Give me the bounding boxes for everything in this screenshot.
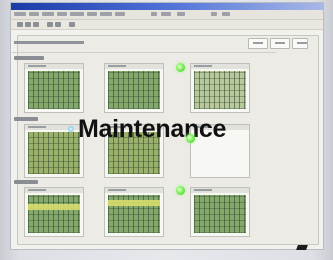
panel-header [25, 64, 83, 69]
menu-item[interactable] [115, 12, 125, 16]
graph-plot [28, 132, 80, 174]
graph-plot [108, 71, 160, 109]
green-status-led-icon [186, 134, 195, 143]
graph-panel[interactable] [190, 187, 250, 237]
menu-item[interactable] [14, 12, 26, 16]
graph-panel[interactable] [24, 63, 84, 113]
section-label-1 [14, 56, 44, 60]
menu-item[interactable] [177, 12, 185, 16]
window-titlebar [11, 3, 323, 10]
toolbar-button[interactable] [17, 22, 23, 27]
graph-plot [194, 195, 246, 233]
green-status-led-icon [176, 63, 185, 72]
header-button-2[interactable] [270, 38, 290, 49]
toolbar-button[interactable] [25, 22, 31, 27]
panel-header [25, 125, 83, 130]
graph-plot [194, 71, 246, 109]
header-divider [12, 52, 276, 53]
graph-highlight-band [108, 200, 160, 206]
page-title [14, 38, 84, 48]
toolbar [11, 20, 323, 30]
menu-item[interactable] [42, 12, 54, 16]
graph-panel[interactable] [190, 63, 250, 113]
panel-header [25, 188, 83, 193]
toolbar-button[interactable] [47, 22, 53, 27]
menu-item[interactable] [151, 12, 157, 16]
section-label-3 [14, 180, 38, 184]
graph-panel[interactable] [104, 63, 164, 113]
header-button-3[interactable] [292, 38, 308, 49]
toolbar-button[interactable] [33, 22, 39, 27]
circle-bullet-icon [68, 126, 74, 132]
menu-item[interactable] [29, 12, 39, 16]
green-status-led-icon [176, 186, 185, 195]
panel-header [105, 64, 163, 69]
menu-bar [11, 10, 323, 20]
menu-item[interactable] [222, 12, 230, 16]
toolbar-button[interactable] [55, 22, 61, 27]
graph-panel[interactable] [24, 124, 84, 178]
panel-header [191, 188, 249, 193]
graph-panel[interactable] [104, 187, 164, 237]
graph-highlight-band [28, 204, 80, 210]
graph-plot [28, 71, 80, 109]
menu-item[interactable] [57, 12, 67, 16]
header-button-1[interactable] [248, 38, 268, 49]
graph-panel[interactable] [24, 187, 84, 237]
overlay-caption: Maintenance [78, 115, 227, 143]
menu-item[interactable] [100, 12, 112, 16]
menu-item[interactable] [70, 12, 84, 16]
graph-plot [28, 195, 80, 233]
mouse-pointer-icon [296, 245, 308, 250]
menu-item[interactable] [87, 12, 97, 16]
section-label-2 [14, 117, 38, 121]
panel-header [105, 188, 163, 193]
panel-header [191, 64, 249, 69]
toolbar-button[interactable] [69, 22, 75, 27]
menu-item[interactable] [211, 12, 217, 16]
menu-item[interactable] [161, 12, 171, 16]
